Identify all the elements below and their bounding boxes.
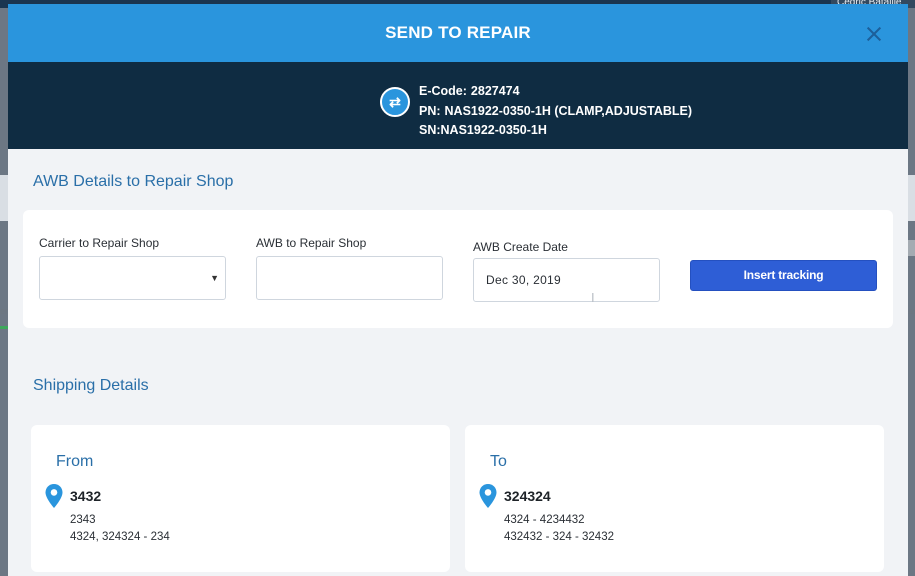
from-address-card: From 3432 2343 4324, 324324 - 234: [31, 425, 450, 572]
ecode-label: E-Code:: [419, 84, 467, 98]
awb-section-title: AWB Details to Repair Shop: [33, 173, 234, 190]
part-info-band: ⇄ E-Code: 2827474 PN: NAS1922-0350-1H (C…: [8, 62, 908, 149]
awb-date-value: Dec 30, 2019: [486, 273, 561, 287]
sn-line: SN: NAS1922-0350-1H: [419, 121, 692, 141]
part-info: E-Code: 2827474 PN: NAS1922-0350-1H (CLA…: [419, 82, 692, 141]
send-to-repair-modal: SEND TO REPAIR ⇄ E-Code: 2827474 PN: NAS…: [8, 4, 908, 576]
ecode-value: 2827474: [470, 84, 520, 98]
awb-input[interactable]: [256, 256, 443, 300]
awb-date-label: AWB Create Date: [473, 240, 568, 254]
to-address-line1: 4324 - 4234432: [504, 514, 585, 526]
from-title: From: [56, 453, 94, 470]
modal-title: SEND TO REPAIR: [385, 23, 531, 42]
from-name: 3432: [70, 488, 102, 504]
sn-label: SN:: [419, 123, 441, 137]
awb-card: Carrier to Repair Shop ▼ AWB to Repair S…: [23, 210, 893, 328]
chevron-down-icon: ▼: [210, 273, 219, 283]
background-tab: [908, 240, 915, 256]
location-pin-icon: [45, 484, 63, 508]
from-address-line1: 2343: [70, 514, 96, 526]
background-strip-left: [0, 175, 8, 221]
close-icon[interactable]: [866, 26, 882, 42]
pn-label: PN:: [419, 103, 441, 118]
shipping-section-title: Shipping Details: [33, 377, 149, 394]
carrier-label: Carrier to Repair Shop: [39, 236, 160, 250]
background-edge-text-right: av: [908, 306, 915, 316]
location-pin-icon: [479, 484, 497, 508]
to-name: 324324: [504, 488, 551, 504]
pn-value: NAS1922-0350-1H (CLAMP,ADJUSTABLE): [444, 103, 693, 118]
pn-line: PN: NAS1922-0350-1H (CLAMP,ADJUSTABLE): [419, 102, 692, 122]
awb-label: AWB to Repair Shop: [256, 236, 367, 250]
from-address-line2: 4324, 324324 - 234: [70, 531, 170, 543]
ecode-line: E-Code: 2827474: [419, 82, 692, 102]
modal-header: SEND TO REPAIR: [8, 4, 908, 62]
background-strip-right: [908, 175, 915, 221]
text-cursor-icon: I: [591, 290, 595, 305]
to-address-line2: 432432 - 324 - 32432: [504, 531, 614, 543]
background-green-indicator: [0, 326, 8, 329]
carrier-select[interactable]: ▼: [39, 256, 226, 300]
to-address-card: To 324324 4324 - 4234432 432432 - 324 - …: [465, 425, 884, 572]
sn-value: NAS1922-0350-1H: [440, 123, 547, 137]
awb-date-input[interactable]: Dec 30, 2019: [473, 258, 660, 302]
insert-tracking-button[interactable]: Insert tracking: [690, 260, 877, 291]
to-title: To: [490, 453, 507, 470]
background-edge-text-left: er: [0, 306, 8, 316]
swap-arrows-icon: ⇄: [380, 87, 410, 117]
